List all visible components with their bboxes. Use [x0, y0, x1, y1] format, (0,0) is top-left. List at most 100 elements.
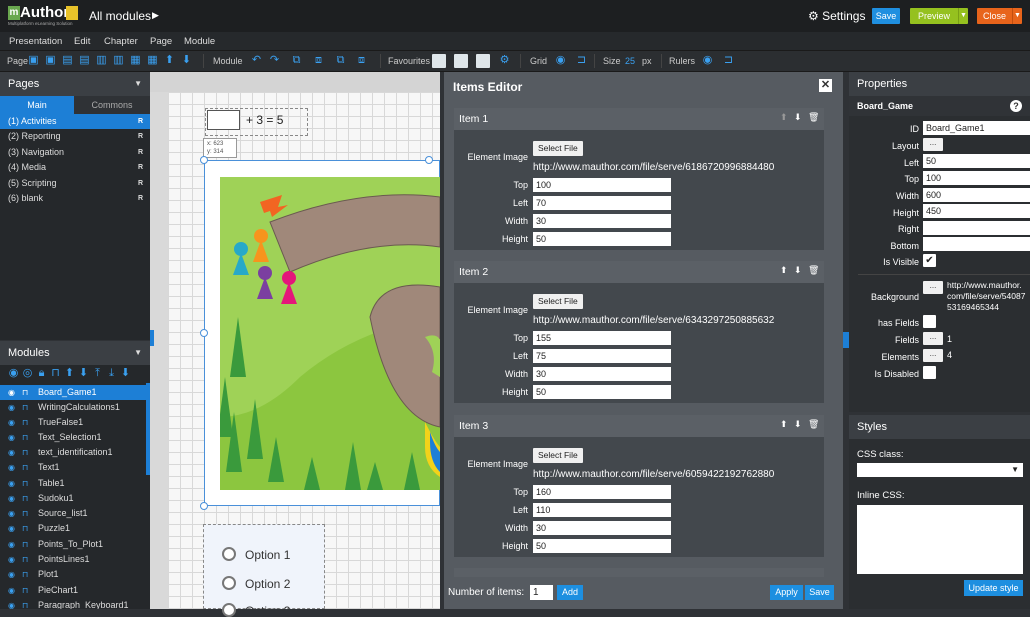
add-button[interactable]: Add: [557, 585, 583, 600]
option-radio[interactable]: [222, 603, 236, 617]
resize-handle[interactable]: [200, 502, 208, 510]
eye-icon[interactable]: ◉: [8, 400, 15, 415]
page-item-activities[interactable]: (1) Activities R: [0, 114, 150, 129]
page-settings-icon[interactable]: ▦: [129, 54, 142, 67]
chevron-down-icon[interactable]: ▼: [1012, 8, 1022, 24]
tab-commons[interactable]: Commons: [74, 96, 150, 114]
grid-size-value[interactable]: 25: [625, 56, 635, 66]
favourite-shape-icon[interactable]: [454, 54, 468, 68]
page-item-reporting[interactable]: (2) Reporting R: [0, 129, 150, 144]
item-top-input[interactable]: 160: [533, 485, 671, 499]
module-item[interactable]: ◉ ⊓ Text1: [0, 460, 146, 475]
panel-splitter[interactable]: [150, 330, 154, 346]
move-up-icon[interactable]: ⬆: [780, 112, 788, 123]
resize-handle[interactable]: [200, 156, 208, 164]
item-width-input[interactable]: 30: [533, 214, 671, 228]
item-left-input[interactable]: 70: [533, 196, 671, 210]
choice-module[interactable]: [203, 524, 325, 609]
module-item[interactable]: ◉ ⊓ Sudoku1: [0, 491, 146, 506]
move-bottom-icon[interactable]: ⤓: [105, 367, 118, 380]
background-button[interactable]: ...: [923, 281, 943, 294]
show-all-icon[interactable]: ◉: [7, 367, 20, 380]
page-item-scripting[interactable]: (5) Scripting R: [0, 176, 150, 191]
module-item[interactable]: ◉ ⊓ Puzzle1: [0, 521, 146, 536]
close-icon[interactable]: ✕: [819, 79, 832, 92]
collapse-icon[interactable]: ▼: [134, 348, 142, 357]
undo-icon[interactable]: ↶: [250, 54, 263, 67]
presentation-title[interactable]: All modules: [89, 9, 151, 23]
move-down-icon[interactable]: ⬇: [794, 419, 802, 430]
move-down-icon[interactable]: ⬇: [180, 54, 193, 67]
page-item-media[interactable]: (4) Media R: [0, 160, 150, 175]
fields-button[interactable]: ...: [923, 332, 943, 345]
chevron-down-icon[interactable]: ▼: [958, 8, 968, 24]
eye-icon[interactable]: ◉: [8, 445, 15, 460]
has-fields-checkbox[interactable]: [923, 315, 936, 328]
menu-presentation[interactable]: Presentation: [9, 36, 62, 47]
play-arrow-icon[interactable]: ▶: [152, 10, 159, 21]
trash-icon[interactable]: 🗑︎: [808, 419, 819, 430]
module-item[interactable]: ◉ ⊓ TrueFalse1: [0, 415, 146, 430]
equation-input[interactable]: [207, 110, 240, 130]
item-height-input[interactable]: 50: [533, 232, 671, 246]
resize-handle[interactable]: [425, 156, 433, 164]
css-class-select[interactable]: ▼: [857, 463, 1023, 477]
save-button[interactable]: Save: [872, 8, 900, 24]
eye-icon[interactable]: ◉: [8, 415, 15, 430]
favourite-image-icon[interactable]: [432, 54, 446, 68]
eye-icon[interactable]: ◉: [8, 385, 15, 400]
is-disabled-checkbox[interactable]: [923, 366, 936, 379]
select-file-button[interactable]: Select File: [533, 448, 583, 463]
grid-eye-icon[interactable]: ◉: [554, 54, 567, 67]
left-field[interactable]: 50: [923, 154, 1030, 168]
tab-main[interactable]: Main: [0, 96, 74, 114]
redo-icon[interactable]: ↷: [268, 54, 281, 67]
item-left-input[interactable]: 75: [533, 349, 671, 363]
option-radio[interactable]: [222, 547, 236, 561]
item-top-input[interactable]: 100: [533, 178, 671, 192]
add-chapter-icon[interactable]: ▣: [44, 54, 57, 67]
hide-all-icon[interactable]: ◎: [21, 367, 34, 380]
close-button[interactable]: Close ▼: [977, 8, 1022, 24]
number-of-items-input[interactable]: 1: [530, 585, 553, 600]
paste-page-icon[interactable]: ▤: [78, 54, 91, 67]
page-copy-icon[interactable]: ▦: [146, 54, 159, 67]
distribute-icon[interactable]: ⧈: [355, 54, 368, 67]
item-width-input[interactable]: 30: [533, 521, 671, 535]
lock-icon[interactable]: ⊓: [22, 583, 28, 598]
move-up-icon[interactable]: ⬆: [63, 367, 76, 380]
lock-icon[interactable]: ⊓: [22, 385, 28, 400]
move-down-icon[interactable]: ⬇: [77, 367, 90, 380]
lock-icon[interactable]: ⊓: [22, 567, 28, 582]
grid-snap-icon[interactable]: ⊐: [575, 54, 588, 67]
module-item[interactable]: ◉ ⊓ WritingCalculations1: [0, 400, 146, 415]
lock-icon[interactable]: ⊓: [22, 400, 28, 415]
select-file-button[interactable]: Select File: [533, 294, 583, 309]
module-item[interactable]: ◉ ⊓ Text_Selection1: [0, 430, 146, 445]
lock-icon[interactable]: ⊓: [22, 415, 28, 430]
is-visible-checkbox[interactable]: ✔: [923, 254, 936, 267]
item-width-input[interactable]: 30: [533, 367, 671, 381]
module-item[interactable]: ◉ ⊓ Table1: [0, 476, 146, 491]
right-field[interactable]: [923, 221, 1030, 235]
option-radio[interactable]: [222, 576, 236, 590]
id-field[interactable]: Board_Game1: [923, 121, 1030, 135]
preview-button[interactable]: Preview ▼: [910, 8, 968, 24]
page-item-blank[interactable]: (6) blank R: [0, 191, 150, 206]
lock-icon[interactable]: ⊓: [22, 506, 28, 521]
favourite-text-icon[interactable]: [476, 54, 490, 68]
lock-icon[interactable]: ⊓: [22, 445, 28, 460]
trash-icon[interactable]: 🗑︎: [808, 112, 819, 123]
move-up-icon[interactable]: ⬆: [163, 54, 176, 67]
delete-page-icon[interactable]: ▥: [112, 54, 125, 67]
group-icon[interactable]: ⧉: [334, 54, 347, 67]
trash-icon[interactable]: 🗑︎: [808, 265, 819, 276]
eye-icon[interactable]: ◉: [8, 491, 15, 506]
save-button[interactable]: Save: [805, 585, 834, 600]
module-item[interactable]: ◉ ⊓ Plot1: [0, 567, 146, 582]
eye-icon[interactable]: ◉: [8, 598, 15, 609]
settings-button[interactable]: ⚙ Settings: [808, 9, 865, 23]
menu-edit[interactable]: Edit: [74, 36, 90, 47]
item-height-input[interactable]: 50: [533, 385, 671, 399]
lock-icon[interactable]: ⊓: [22, 460, 28, 475]
